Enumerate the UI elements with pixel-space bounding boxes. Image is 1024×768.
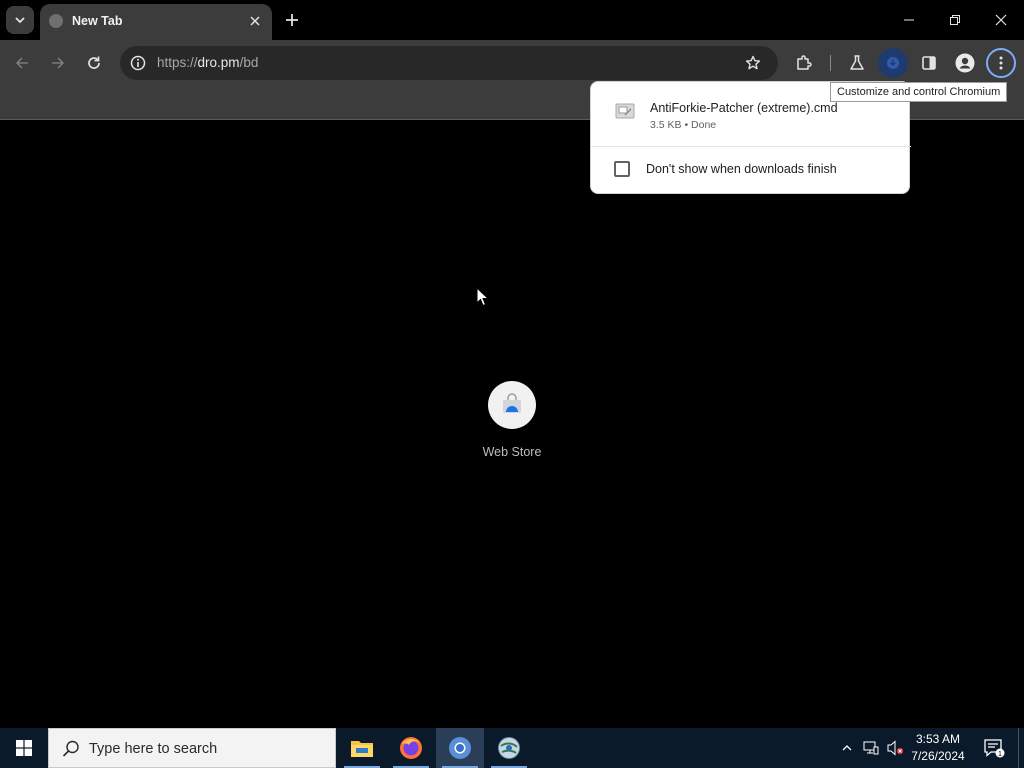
download-status: 3.5 KB • Done bbox=[650, 119, 717, 131]
web-store-icon bbox=[503, 393, 521, 413]
star-icon bbox=[745, 55, 761, 70]
reload-icon bbox=[88, 56, 100, 69]
volume-tray-button[interactable] bbox=[884, 728, 906, 768]
flask-icon bbox=[850, 55, 864, 70]
tab-search-button[interactable] bbox=[6, 6, 34, 34]
more-vertical-icon bbox=[999, 56, 1003, 70]
file-explorer-icon bbox=[351, 741, 373, 757]
taskbar-app-network[interactable] bbox=[485, 728, 533, 768]
network-globe-icon bbox=[498, 737, 520, 759]
start-button[interactable] bbox=[0, 728, 48, 768]
url-text: https://dro.pm/bd bbox=[157, 55, 258, 70]
chevron-up-icon bbox=[842, 745, 852, 751]
forward-button[interactable] bbox=[43, 48, 73, 78]
clock-time: 3:53 AM bbox=[915, 732, 961, 746]
toolbar-divider bbox=[830, 55, 831, 71]
chromium-icon bbox=[449, 737, 471, 759]
shortcut-icon-container bbox=[488, 381, 536, 429]
dont-show-checkbox[interactable] bbox=[614, 161, 630, 177]
taskbar-clock[interactable]: 3:53 AM 7/26/2024 bbox=[904, 731, 972, 765]
bookmark-star-button[interactable] bbox=[742, 52, 764, 74]
restore-button[interactable] bbox=[932, 0, 978, 40]
restore-icon bbox=[950, 15, 960, 25]
new-tab-page: Web Store bbox=[0, 121, 1024, 728]
tab-new-tab[interactable]: New Tab bbox=[40, 4, 272, 40]
extensions-button[interactable] bbox=[789, 48, 819, 78]
shortcut-label: Web Store bbox=[482, 445, 542, 459]
file-icon bbox=[615, 103, 635, 119]
tab-title: New Tab bbox=[72, 14, 123, 28]
avatar-icon bbox=[955, 53, 975, 73]
volume-muted-icon bbox=[887, 740, 904, 756]
taskbar-app-chromium[interactable] bbox=[436, 728, 484, 768]
labs-button[interactable] bbox=[842, 48, 872, 78]
new-tab-button[interactable] bbox=[280, 8, 304, 32]
tab-close-button[interactable] bbox=[246, 12, 264, 30]
taskbar-app-firefox[interactable] bbox=[387, 728, 435, 768]
dont-show-checkbox-label[interactable]: Don't show when downloads finish bbox=[646, 162, 837, 176]
download-file-name[interactable]: AntiForkie-Patcher (extreme).cmd bbox=[650, 101, 838, 115]
chevron-down-icon bbox=[15, 17, 25, 24]
side-panel-icon bbox=[922, 56, 936, 70]
address-bar[interactable]: https://dro.pm/bd bbox=[120, 46, 778, 80]
downloads-button[interactable] bbox=[878, 48, 908, 78]
arrow-right-icon bbox=[52, 57, 65, 69]
url-path: /bd bbox=[239, 55, 259, 70]
back-button[interactable] bbox=[7, 48, 37, 78]
mouse-cursor-icon bbox=[476, 287, 490, 307]
globe-icon bbox=[49, 14, 63, 28]
browser-toolbar: https://dro.pm/bd bbox=[0, 40, 1024, 86]
windows-logo-icon bbox=[16, 740, 32, 756]
network-icon bbox=[863, 741, 879, 755]
firefox-icon bbox=[400, 737, 422, 759]
menu-button[interactable] bbox=[986, 48, 1016, 78]
download-icon bbox=[887, 57, 899, 69]
close-icon bbox=[250, 16, 260, 26]
site-info-button[interactable] bbox=[127, 52, 149, 74]
network-tray-button[interactable] bbox=[860, 728, 882, 768]
arrow-left-icon bbox=[15, 57, 28, 69]
plus-icon bbox=[286, 14, 298, 26]
notification-center-button[interactable]: 1 bbox=[976, 728, 1012, 768]
clock-date: 7/26/2024 bbox=[911, 749, 965, 763]
puzzle-icon bbox=[797, 55, 812, 70]
notification-icon: 1 bbox=[984, 739, 1005, 758]
reload-button[interactable] bbox=[79, 48, 109, 78]
minimize-button[interactable] bbox=[886, 0, 932, 40]
show-desktop-button[interactable] bbox=[1018, 728, 1024, 768]
search-icon bbox=[62, 740, 79, 757]
tab-strip: New Tab bbox=[0, 0, 1024, 40]
show-hidden-icons-button[interactable] bbox=[836, 728, 858, 768]
divider bbox=[591, 146, 911, 147]
side-panel-button[interactable] bbox=[914, 48, 944, 78]
close-window-button[interactable] bbox=[978, 0, 1024, 40]
info-icon bbox=[130, 55, 146, 71]
search-placeholder: Type here to search bbox=[89, 741, 218, 757]
taskbar-app-file-explorer[interactable] bbox=[338, 728, 386, 768]
profile-button[interactable] bbox=[950, 48, 980, 78]
notification-count: 1 bbox=[998, 751, 1002, 758]
url-scheme: https:// bbox=[157, 55, 198, 70]
close-icon bbox=[995, 14, 1007, 26]
url-host: dro.pm bbox=[197, 55, 240, 70]
minimize-icon bbox=[904, 19, 914, 21]
menu-tooltip: Customize and control Chromium bbox=[830, 82, 1008, 102]
taskbar-search-box[interactable]: Type here to search bbox=[48, 728, 336, 768]
shortcut-web-store[interactable]: Web Store bbox=[472, 381, 552, 471]
windows-taskbar: Type here to search 3:53 AM 7/26/2024 1 bbox=[0, 728, 1024, 768]
